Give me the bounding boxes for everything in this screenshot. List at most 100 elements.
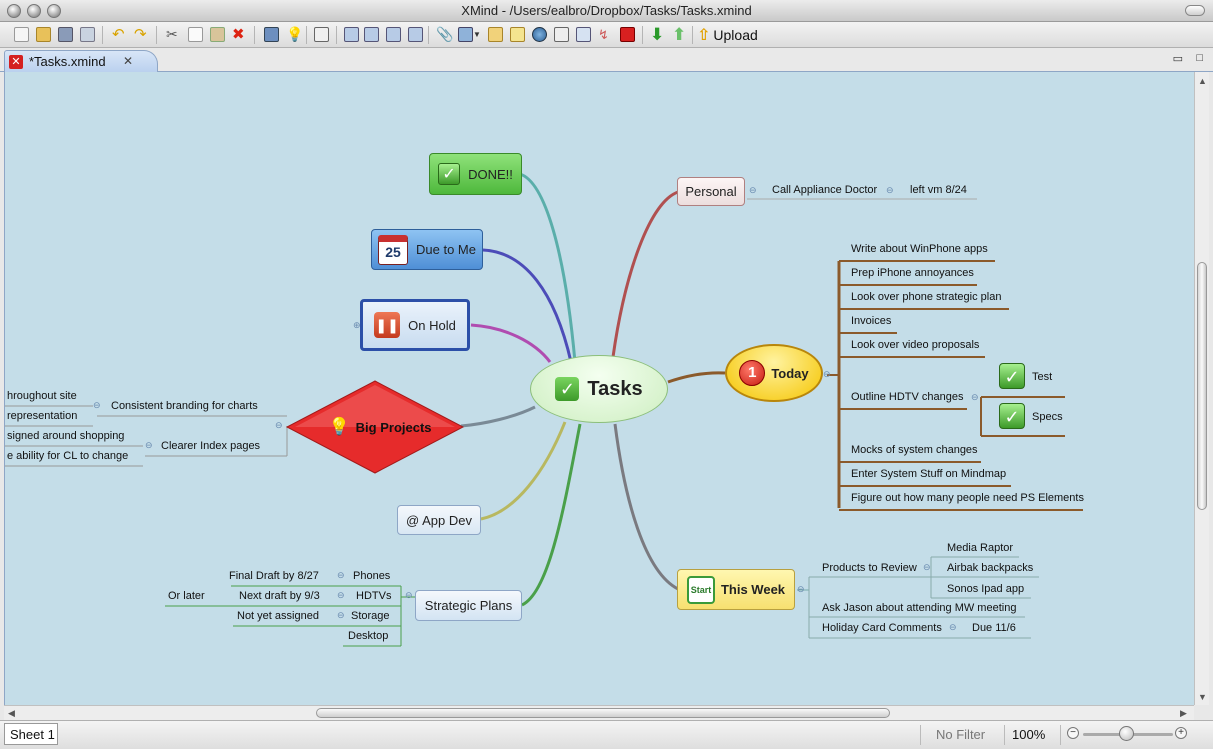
paste-icon[interactable] [210,27,225,42]
collapse-icon[interactable]: ⊖ [145,440,153,451]
attachment-icon[interactable]: 📎 [436,27,453,42]
subtopic-hdtvs[interactable]: HDTVs [356,590,391,602]
subtopic-specs[interactable]: Specs [1032,411,1063,423]
toolbar-toggle-button[interactable] [1185,5,1205,16]
horizontal-scroll-thumb[interactable] [316,708,890,718]
today-item[interactable]: Write about WinPhone apps [851,243,988,255]
today-item-outline-hdtv[interactable]: Outline HDTV changes [851,391,964,403]
vertical-scrollbar[interactable]: ▲ ▼ [1194,72,1209,705]
subtopic-holiday-card[interactable]: Holiday Card Comments [822,622,942,634]
filter-status[interactable]: No Filter [936,727,985,742]
subtopic-next-draft[interactable]: Next draft by 9/3 [239,590,320,602]
subtopic-representation[interactable]: representation [7,410,77,422]
insert-topic-icon[interactable] [344,27,359,42]
collapse-icon[interactable]: ⊖ [886,185,894,196]
expand-collapse-icon[interactable]: ⊕ [353,320,361,331]
subtopic-products-to-review[interactable]: Products to Review [822,562,917,574]
collapse-icon[interactable]: ⊖ [275,420,283,431]
horizontal-scrollbar[interactable]: ◀ ▶ [4,705,1194,720]
notes-icon[interactable] [510,27,525,42]
today-item[interactable]: Invoices [851,315,891,327]
today-item[interactable]: Look over phone strategic plan [851,291,1001,303]
minimize-editor-icon[interactable]: ▭ [1173,52,1183,65]
tab-close-icon[interactable]: ✕ [123,54,133,68]
today-item[interactable]: Enter System Stuff on Mindmap [851,468,1006,480]
subtopic-consistent-branding[interactable]: Consistent branding for charts [111,400,258,412]
subtopic-ability-cl[interactable]: e ability for CL to change [7,450,128,462]
scroll-down-icon[interactable]: ▼ [1198,692,1207,702]
topic-this-week[interactable]: Start This Week [677,569,795,610]
topic-app-dev[interactable]: @ App Dev [397,505,481,535]
maximize-editor-icon[interactable]: □ [1196,52,1203,64]
scroll-up-icon[interactable]: ▲ [1198,76,1207,86]
collapse-icon[interactable]: ⊖ [923,562,931,573]
insert-subtopic-icon[interactable] [364,27,379,42]
collapse-icon[interactable]: ⊖ [337,610,345,621]
label-icon[interactable] [488,27,503,42]
collapse-icon[interactable]: ⊖ [971,392,979,403]
subtopic-media-raptor[interactable]: Media Raptor [947,542,1013,554]
today-item[interactable]: Look over video proposals [851,339,979,351]
collapse-icon[interactable]: ⊖ [749,185,757,196]
scroll-left-icon[interactable]: ◀ [8,708,15,719]
topic-today[interactable]: 1 Today [725,344,823,402]
upload-button[interactable]: ⇧ Upload [697,25,758,45]
open-folder-icon[interactable] [36,27,51,42]
subtopic-designed-shopping[interactable]: signed around shopping [7,430,124,442]
today-item[interactable]: Prep iPhone annoyances [851,267,974,279]
summary-icon[interactable] [576,27,591,42]
subtopic-throughout-site[interactable]: hroughout site [7,390,77,402]
mindmap-canvas[interactable]: ✓ Tasks ✓ DONE!! 25 Due to Me ❚❚ On Hold… [4,72,1194,705]
topic-due-to-me[interactable]: 25 Due to Me [371,229,483,270]
subtopic-due-11-6[interactable]: Due 11/6 [972,622,1016,634]
vertical-scroll-thumb[interactable] [1197,262,1207,510]
zoom-slider-knob[interactable] [1119,726,1134,741]
sheet-tab[interactable]: Sheet 1 [4,723,58,745]
collapse-icon[interactable]: ⊖ [949,622,957,633]
topic-done[interactable]: ✓ DONE!! [429,153,522,195]
chevron-down-icon[interactable]: ▼ [473,27,481,42]
zoom-in-icon[interactable]: + [1175,727,1187,739]
subtopic-airbak[interactable]: Airbak backpacks [947,562,1033,574]
collapse-icon[interactable]: ⊖ [823,369,831,380]
subtopic-or-later[interactable]: Or later [168,590,205,602]
print-icon[interactable] [80,27,95,42]
today-item[interactable]: Figure out how many people need PS Eleme… [851,492,1084,504]
lightbulb-icon[interactable]: 💡 [286,27,303,42]
new-file-icon[interactable] [14,27,29,42]
subtopic-storage[interactable]: Storage [351,610,390,622]
cut-icon[interactable]: ✂ [166,27,181,42]
topic-big-projects[interactable]: 💡 Big Projects [315,412,445,442]
subtopic-sonos[interactable]: Sonos Ipad app [947,583,1024,595]
subtopic-not-yet-assigned[interactable]: Not yet assigned [237,610,319,622]
subtopic-call-appliance-doctor[interactable]: Call Appliance Doctor [772,184,877,196]
topic-strategic-plans[interactable]: Strategic Plans [415,590,522,621]
export-icon[interactable] [314,27,329,42]
topic-on-hold[interactable]: ❚❚ On Hold [360,299,470,351]
drill-down-icon[interactable]: ⬇ [650,26,665,43]
today-item[interactable]: Mocks of system changes [851,444,978,456]
insert-parent-icon[interactable] [386,27,401,42]
collapse-icon[interactable]: ⊖ [93,400,101,411]
zoom-level[interactable]: 100% [1012,727,1045,742]
tab-tasks-xmind[interactable]: ✕ *Tasks.xmind ✕ [4,50,158,73]
subtopic-ask-jason[interactable]: Ask Jason about attending MW meeting [822,602,1016,614]
presentation-icon[interactable] [264,27,279,42]
collapse-icon[interactable]: ⊖ [337,570,345,581]
subtopic-final-draft[interactable]: Final Draft by 8/27 [229,570,319,582]
relationship-icon[interactable]: ↯ [598,27,613,42]
zoom-out-icon[interactable]: − [1067,727,1079,739]
subtopic-phones[interactable]: Phones [353,570,390,582]
stop-icon[interactable] [620,27,635,42]
copy-icon[interactable] [188,27,203,42]
collapse-icon[interactable]: ⊖ [405,590,413,601]
subtopic-desktop[interactable]: Desktop [348,630,388,642]
collapse-icon[interactable]: ⊖ [797,584,805,595]
delete-icon[interactable]: ✖ [232,27,247,42]
central-topic-tasks[interactable]: ✓ Tasks [530,355,668,423]
topic-personal[interactable]: Personal [677,177,745,206]
subtopic-clearer-index[interactable]: Clearer Index pages [161,440,260,452]
redo-icon[interactable]: ↷ [134,27,149,42]
scroll-right-icon[interactable]: ▶ [1180,708,1187,719]
boundary-icon[interactable] [554,27,569,42]
